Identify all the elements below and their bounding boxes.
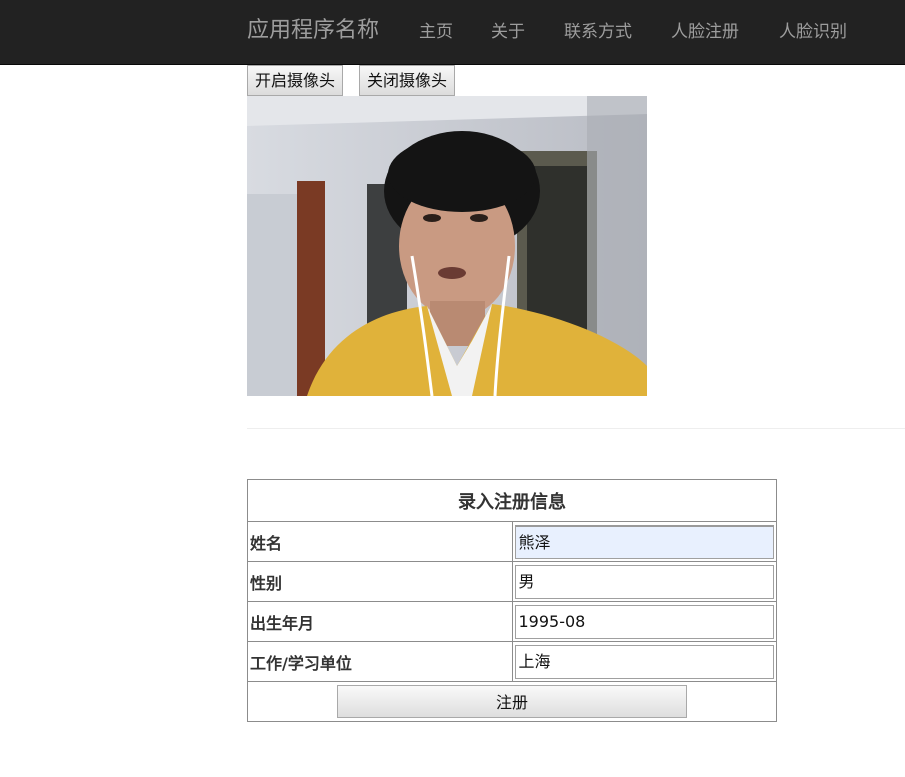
birth-date-field[interactable]: 1995-08	[514, 604, 774, 639]
form-title: 录入注册信息	[247, 479, 777, 522]
app-brand[interactable]: 应用程序名称	[247, 16, 379, 46]
birth-date-label: 出生年月	[247, 601, 513, 642]
top-navbar: 应用程序名称 主页 关于 联系方式 人脸注册 人脸识别	[0, 0, 905, 65]
registration-form-table: 录入注册信息 姓名 熊泽 性别 男 出生年月 1995-08 工作/学习单位 上…	[247, 479, 777, 722]
form-row-birth: 出生年月 1995-08	[247, 601, 777, 642]
form-row-name: 姓名 熊泽	[247, 521, 777, 562]
close-camera-button[interactable]: 关闭摄像头	[359, 65, 456, 96]
section-divider	[247, 428, 905, 429]
gender-label: 性别	[247, 561, 513, 602]
name-label: 姓名	[247, 521, 513, 562]
name-field[interactable]: 熊泽	[514, 524, 774, 559]
form-row-gender: 性别 男	[247, 561, 777, 602]
camera-video-feed	[247, 96, 647, 396]
organization-label: 工作/学习单位	[247, 641, 513, 682]
nav-item-face-register[interactable]: 人脸注册	[671, 20, 739, 44]
organization-field[interactable]: 上海	[514, 644, 774, 679]
webcam-frame-image	[247, 96, 647, 396]
form-row-organization: 工作/学习单位 上海	[247, 641, 777, 682]
nav-item-about[interactable]: 关于	[491, 20, 525, 44]
gender-field[interactable]: 男	[514, 564, 774, 599]
nav-item-home[interactable]: 主页	[419, 20, 453, 44]
register-button[interactable]: 注册	[337, 685, 687, 718]
open-camera-button[interactable]: 开启摄像头	[247, 65, 344, 96]
nav-item-contact[interactable]: 联系方式	[564, 20, 632, 44]
nav-item-face-recognize[interactable]: 人脸识别	[779, 20, 847, 44]
